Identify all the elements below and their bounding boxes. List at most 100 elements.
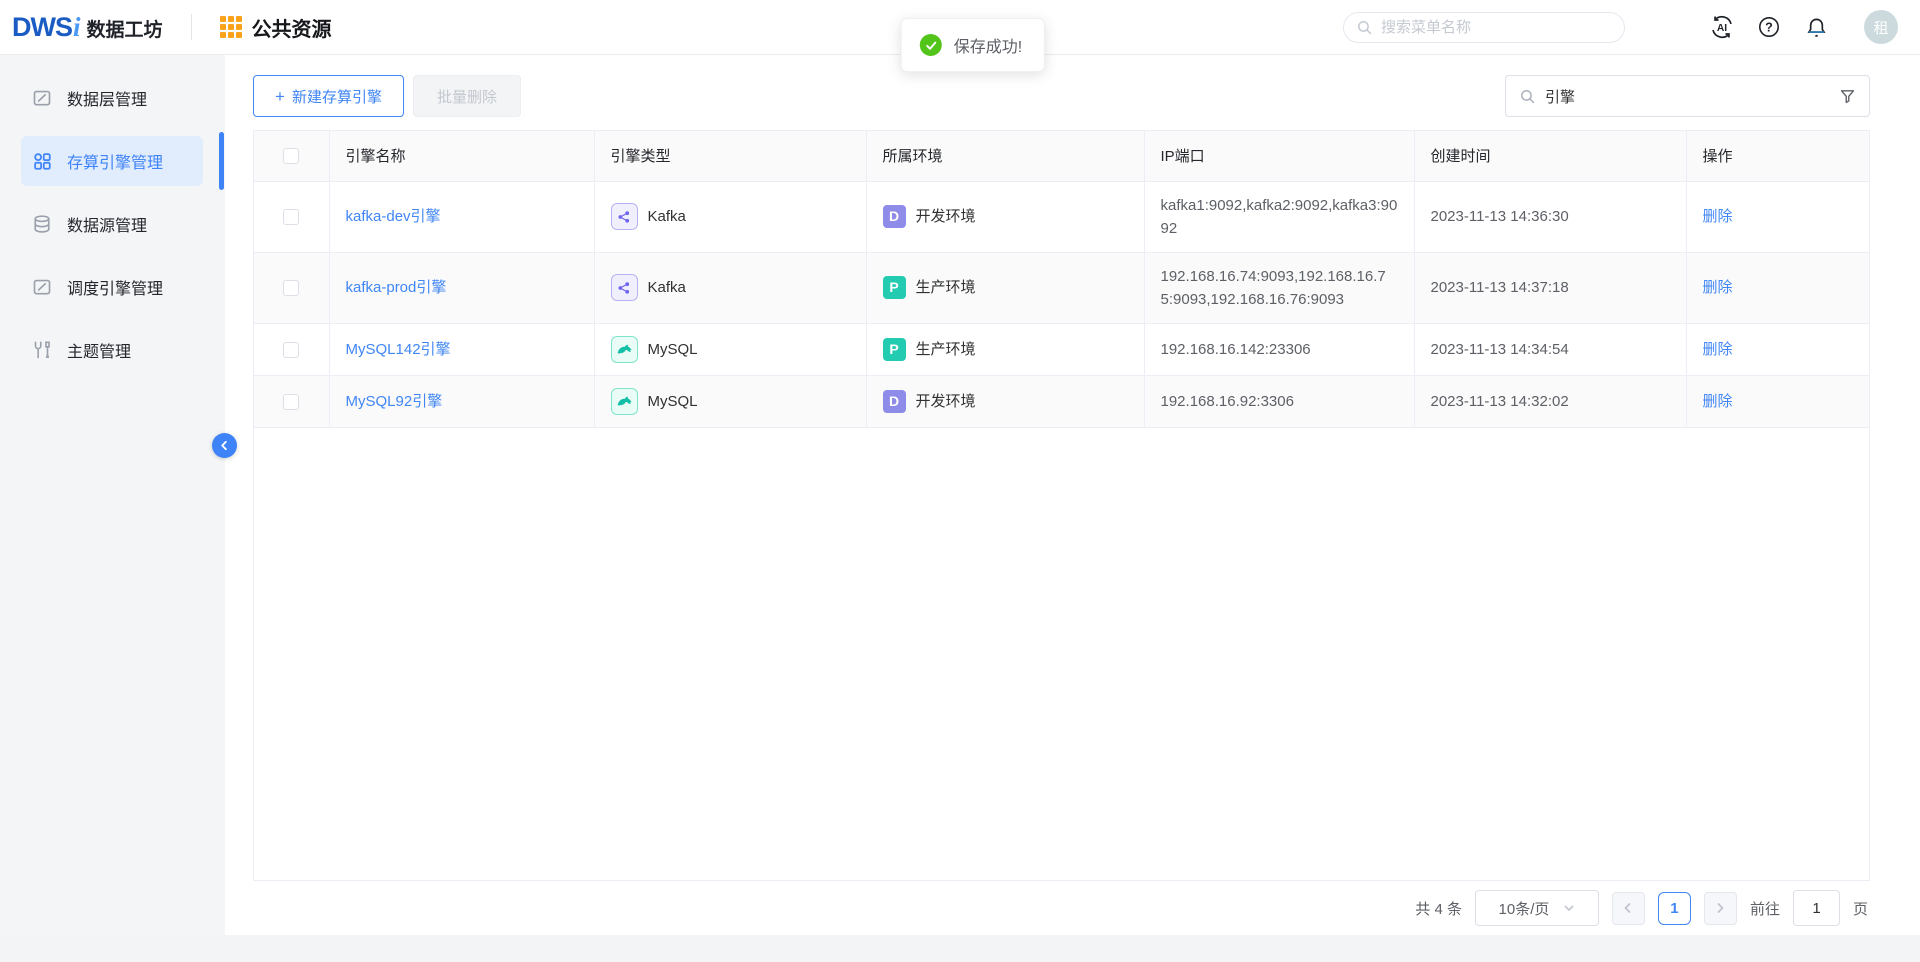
- table-body: kafka-dev引擎 Kafka D 开发环境: [254, 181, 1869, 427]
- sidebar-item-label: 调度引擎管理: [67, 275, 163, 299]
- created-time-value: 2023-11-13 14:37:18: [1414, 252, 1686, 323]
- page-1-button[interactable]: 1: [1658, 892, 1691, 925]
- create-engine-label: 新建存算引擎: [292, 86, 382, 107]
- delete-link[interactable]: 删除: [1703, 393, 1733, 410]
- env-label: 生产环境: [916, 338, 976, 361]
- engines-table: 引擎名称 引擎类型 所属环境 IP端口 创建时间 操作 kafka-dev引擎: [254, 131, 1869, 428]
- sidebar-item-storage-engine[interactable]: 存算引擎管理: [21, 136, 203, 186]
- row-checkbox[interactable]: [283, 280, 299, 296]
- database-icon: [32, 214, 52, 234]
- table-header-row: 引擎名称 引擎类型 所属环境 IP端口 创建时间 操作: [254, 131, 1869, 181]
- column-header-created: 创建时间: [1414, 131, 1686, 181]
- filter-funnel-icon[interactable]: [1839, 88, 1856, 105]
- menu-search-box[interactable]: [1343, 12, 1625, 43]
- env-badge: D: [883, 205, 906, 228]
- create-engine-button[interactable]: + 新建存算引擎: [253, 75, 404, 117]
- engine-name-link[interactable]: MySQL142引擎: [346, 341, 451, 358]
- page-size-value: 10条/页: [1499, 898, 1550, 919]
- delete-link[interactable]: 删除: [1703, 208, 1733, 225]
- table-search-input[interactable]: [1545, 88, 1830, 105]
- delete-link[interactable]: 删除: [1703, 341, 1733, 358]
- sidebar-item-label: 存算引擎管理: [67, 149, 163, 173]
- app-switcher[interactable]: 公共资源: [220, 13, 332, 42]
- engine-type-label: Kafka: [648, 205, 686, 228]
- prev-page-button[interactable]: [1612, 892, 1645, 925]
- created-time-value: 2023-11-13 14:34:54: [1414, 323, 1686, 375]
- ai-assistant-icon[interactable]: AI: [1709, 14, 1735, 40]
- chevron-down-icon: [1563, 902, 1575, 914]
- sidebar-item-data-source[interactable]: 数据源管理: [21, 199, 203, 249]
- sidebar-item-theme[interactable]: 主题管理: [21, 325, 203, 375]
- batch-delete-button[interactable]: 批量删除: [413, 75, 521, 117]
- pagination-bar: 共 4 条 10条/页 1 前往 页: [253, 880, 1870, 935]
- next-page-button[interactable]: [1704, 892, 1737, 925]
- app-logo: DWSi 数据工坊: [12, 12, 163, 43]
- ip-port-value: 192.168.16.92:3306: [1144, 375, 1414, 427]
- table-search-box[interactable]: [1505, 75, 1870, 117]
- engine-name-link[interactable]: MySQL92引擎: [346, 393, 443, 410]
- menu-search-input[interactable]: [1381, 19, 1612, 36]
- table-row: MySQL142引擎 MySQL P 生产环境: [254, 323, 1869, 375]
- table-row: kafka-dev引擎 Kafka D 开发环境: [254, 181, 1869, 252]
- env-badge: P: [883, 338, 906, 361]
- delete-link[interactable]: 删除: [1703, 279, 1733, 296]
- tools-icon: [32, 340, 52, 360]
- top-header: DWSi 数据工坊 公共资源 AI ?: [0, 0, 1920, 55]
- notification-bell-icon[interactable]: [1803, 14, 1829, 40]
- env-label: 生产环境: [916, 276, 976, 299]
- toolbar: + 新建存算引擎 批量删除: [253, 75, 1870, 117]
- page-title: 公共资源: [252, 13, 332, 42]
- engine-name-link[interactable]: kafka-prod引擎: [346, 279, 447, 296]
- user-avatar[interactable]: 租: [1864, 10, 1898, 44]
- kafka-icon: [616, 280, 632, 296]
- goto-page-input[interactable]: [1793, 890, 1840, 926]
- ip-port-value: 192.168.16.74:9093,192.168.16.75:9093,19…: [1144, 252, 1414, 323]
- mysql-icon: [616, 393, 633, 410]
- sidebar-item-data-layer[interactable]: 数据层管理: [21, 73, 203, 123]
- env-badge: P: [883, 276, 906, 299]
- engine-name-link[interactable]: kafka-dev引擎: [346, 208, 441, 225]
- sidebar: 数据层管理 存算引擎管理 数据源管理 调度引擎管理 主题管理: [0, 55, 225, 935]
- engine-type-label: MySQL: [648, 390, 698, 413]
- chevron-left-icon: [219, 440, 230, 451]
- row-checkbox[interactable]: [283, 209, 299, 225]
- engine-type-label: Kafka: [648, 276, 686, 299]
- engine-type-icon: [611, 274, 638, 301]
- components-icon: [32, 151, 52, 171]
- sidebar-collapse-button[interactable]: [212, 433, 237, 458]
- check-circle-icon: [920, 34, 942, 56]
- chevron-right-icon: [1714, 902, 1726, 914]
- page-size-select[interactable]: 10条/页: [1475, 890, 1599, 926]
- table-row: MySQL92引擎 MySQL D 开发环境: [254, 375, 1869, 427]
- column-header-env: 所属环境: [866, 131, 1144, 181]
- sidebar-item-scheduler-engine[interactable]: 调度引擎管理: [21, 262, 203, 312]
- kafka-icon: [616, 209, 632, 225]
- search-icon: [1519, 88, 1536, 105]
- row-checkbox[interactable]: [283, 342, 299, 358]
- chevron-left-icon: [1622, 902, 1634, 914]
- ip-port-value: 192.168.16.142:23306: [1144, 323, 1414, 375]
- grid-icon: [220, 16, 242, 38]
- mysql-icon: [616, 341, 633, 358]
- toast-success: 保存成功!: [901, 18, 1045, 72]
- row-checkbox[interactable]: [283, 394, 299, 410]
- created-time-value: 2023-11-13 14:32:02: [1414, 375, 1686, 427]
- ip-port-value: kafka1:9092,kafka2:9092,kafka3:9092: [1144, 181, 1414, 252]
- search-icon: [1356, 19, 1373, 36]
- svg-text:?: ?: [1765, 20, 1773, 34]
- logo-i: i: [73, 12, 81, 43]
- total-count: 共 4 条: [1415, 898, 1462, 919]
- sidebar-item-label: 数据源管理: [67, 212, 147, 236]
- table-row: kafka-prod引擎 Kafka P 生产环境: [254, 252, 1869, 323]
- select-all-checkbox[interactable]: [283, 148, 299, 164]
- layer-edit-icon: [32, 88, 52, 108]
- column-header-actions: 操作: [1686, 131, 1869, 181]
- logo-dws: DWS: [12, 12, 72, 43]
- help-icon[interactable]: ?: [1756, 14, 1782, 40]
- svg-text:AI: AI: [1717, 23, 1727, 34]
- sidebar-item-label: 主题管理: [67, 338, 131, 362]
- sidebar-item-label: 数据层管理: [67, 86, 147, 110]
- env-badge: D: [883, 390, 906, 413]
- env-label: 开发环境: [916, 205, 976, 228]
- main-content: + 新建存算引擎 批量删除 引: [225, 55, 1920, 935]
